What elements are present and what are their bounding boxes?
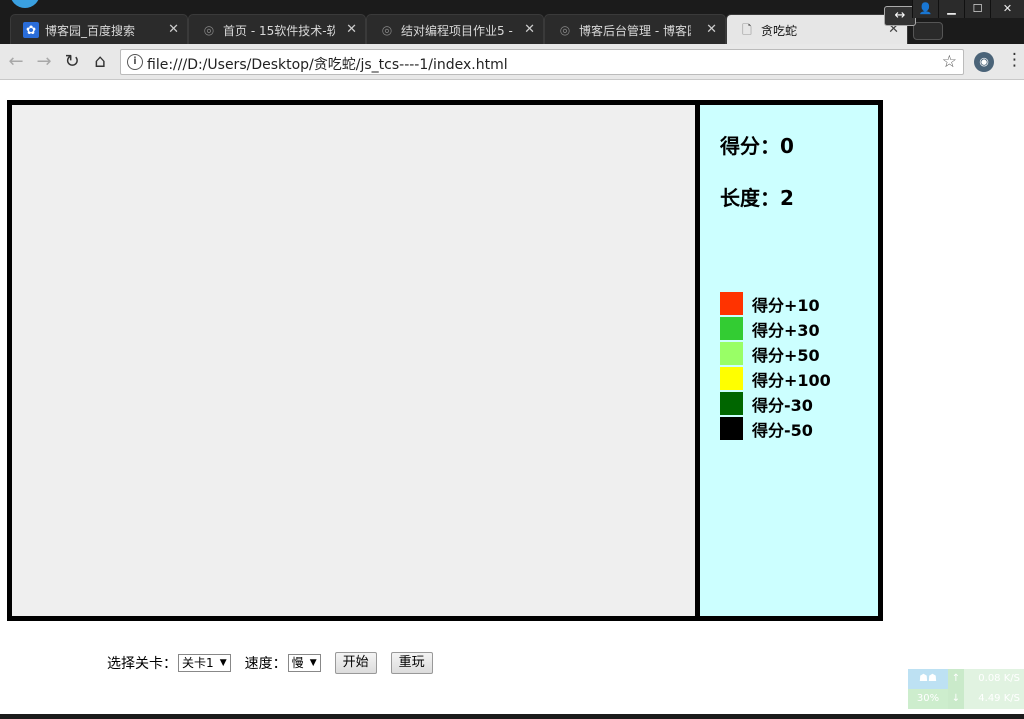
legend-item: 得分+100 [720, 366, 831, 391]
tab-label: 博客园_百度搜索 [45, 24, 136, 38]
new-tab-button[interactable] [913, 22, 943, 40]
cnblogs-icon: ◎ [559, 23, 571, 37]
info-icon[interactable]: i [127, 54, 143, 70]
reload-icon[interactable]: ↻ [60, 50, 84, 74]
network-icon: ☗☗ [908, 669, 948, 689]
food-swatch [720, 317, 743, 340]
speed-select-value: 慢 [291, 656, 304, 670]
legend-item: 得分+30 [720, 316, 831, 341]
home-icon[interactable]: ⌂ [88, 50, 112, 74]
chevron-down-icon: ▼ [219, 658, 227, 668]
level-select[interactable]: 关卡1 ▼ [178, 654, 231, 672]
legend-item: 得分-30 [720, 391, 831, 416]
food-swatch [720, 342, 743, 365]
window-close-icon[interactable]: ✕ [990, 0, 1024, 18]
food-swatch [720, 367, 743, 390]
tab-label: 首页 - 15软件技术-软 [223, 24, 335, 38]
tab-pair-programming[interactable]: ◎ 结对编程项目作业5 - ✕ [366, 14, 544, 44]
food-swatch [720, 292, 743, 315]
tab-label: 贪吃蛇 [761, 24, 798, 38]
food-legend: 得分+10 得分+30 得分+50 得分+100 得分-30 得分-50 [720, 291, 831, 441]
paw-icon: ✿ [23, 22, 39, 38]
bookmark-star-icon[interactable]: ☆ [942, 52, 957, 72]
snake-play-area[interactable] [12, 105, 695, 616]
address-bar[interactable]: i file:///D:/Users/Desktop/贪吃蛇/js_tcs---… [120, 49, 964, 75]
food-swatch [720, 417, 743, 440]
legend-item: 得分+50 [720, 341, 831, 366]
page-icon: 🗋 [742, 23, 752, 37]
close-icon[interactable]: ✕ [524, 22, 535, 37]
minimize-icon[interactable]: ▁ [938, 0, 964, 18]
game-frame: 得分：0 长度：2 得分+10 得分+30 得分+50 得分+100 得分-30 [7, 100, 883, 621]
usage-percent: 30% [908, 689, 948, 709]
address-url[interactable]: file:///D:/Users/Desktop/贪吃蛇/js_tcs----1… [147, 54, 508, 74]
tab-label: 结对编程项目作业5 - [401, 24, 513, 38]
download-speed: 4.49 K/S [964, 689, 1024, 709]
level-label: 选择关卡： [107, 656, 177, 672]
speed-label: 速度： [244, 656, 287, 672]
level-select-value: 关卡1 [182, 656, 214, 670]
restart-button[interactable]: 重玩 [390, 652, 433, 674]
maximize-icon[interactable]: ☐ [964, 0, 990, 18]
user-icon[interactable]: 👤 [912, 0, 938, 18]
length-display: 长度：2 [720, 186, 794, 210]
close-icon[interactable]: ✕ [706, 22, 717, 37]
food-swatch [720, 392, 743, 415]
browser-toolbar: ← → ↻ ⌂ i file:///D:/Users/Desktop/贪吃蛇/j… [0, 44, 1024, 80]
menu-icon[interactable]: ⋮ [1006, 50, 1023, 70]
back-icon[interactable]: ← [4, 50, 28, 74]
forward-icon[interactable]: → [32, 50, 56, 74]
cnblogs-icon: ◎ [203, 23, 215, 37]
chevron-down-icon: ▼ [309, 658, 317, 668]
browser-logo-icon [10, 0, 40, 8]
tab-cnblogs-home[interactable]: ◎ 首页 - 15软件技术-软 ✕ [188, 14, 366, 44]
legend-label: 得分-30 [752, 395, 813, 415]
game-controls: 选择关卡： 关卡1 ▼ 速度： 慢 ▼ 开始 重玩 [107, 652, 433, 674]
tab-label: 博客后台管理 - 博客园 [579, 24, 691, 38]
start-button[interactable]: 开始 [334, 652, 377, 674]
network-speed-widget: ☗☗ ↑ 0.08 K/S 30% ↓ 4.49 K/S [908, 669, 1024, 709]
legend-label: 得分-50 [752, 420, 813, 440]
tab-baidu-search[interactable]: ✿ 博客园_百度搜索 ✕ [10, 14, 188, 44]
upload-speed: 0.08 K/S [964, 669, 1024, 689]
window-controls: 👤 ▁ ☐ ✕ [912, 0, 1024, 18]
legend-label: 得分+100 [752, 370, 831, 390]
browser-tab-bar: ✿ 博客园_百度搜索 ✕ ◎ 首页 - 15软件技术-软 ✕ ◎ 结对编程项目作… [0, 0, 1024, 44]
score-display: 得分：0 [720, 134, 794, 158]
tab-snake-game[interactable]: 🗋 贪吃蛇 ✕ [726, 14, 908, 44]
legend-item: 得分+10 [720, 291, 831, 316]
speed-select[interactable]: 慢 ▼ [287, 654, 321, 672]
legend-label: 得分+50 [752, 345, 820, 365]
upload-arrow-icon: ↑ [948, 669, 964, 689]
tab-blog-admin[interactable]: ◎ 博客后台管理 - 博客园 ✕ [544, 14, 726, 44]
legend-item: 得分-50 [720, 416, 831, 441]
taskbar-edge [0, 714, 1024, 719]
legend-label: 得分+30 [752, 320, 820, 340]
info-panel: 得分：0 长度：2 得分+10 得分+30 得分+50 得分+100 得分-30 [695, 105, 878, 616]
close-icon[interactable]: ✕ [346, 22, 357, 37]
legend-label: 得分+10 [752, 295, 820, 315]
eye-extension-icon[interactable]: ◉ [974, 52, 994, 72]
cnblogs-icon: ◎ [381, 23, 393, 37]
close-icon[interactable]: ✕ [168, 22, 179, 37]
download-arrow-icon: ↓ [948, 689, 964, 709]
